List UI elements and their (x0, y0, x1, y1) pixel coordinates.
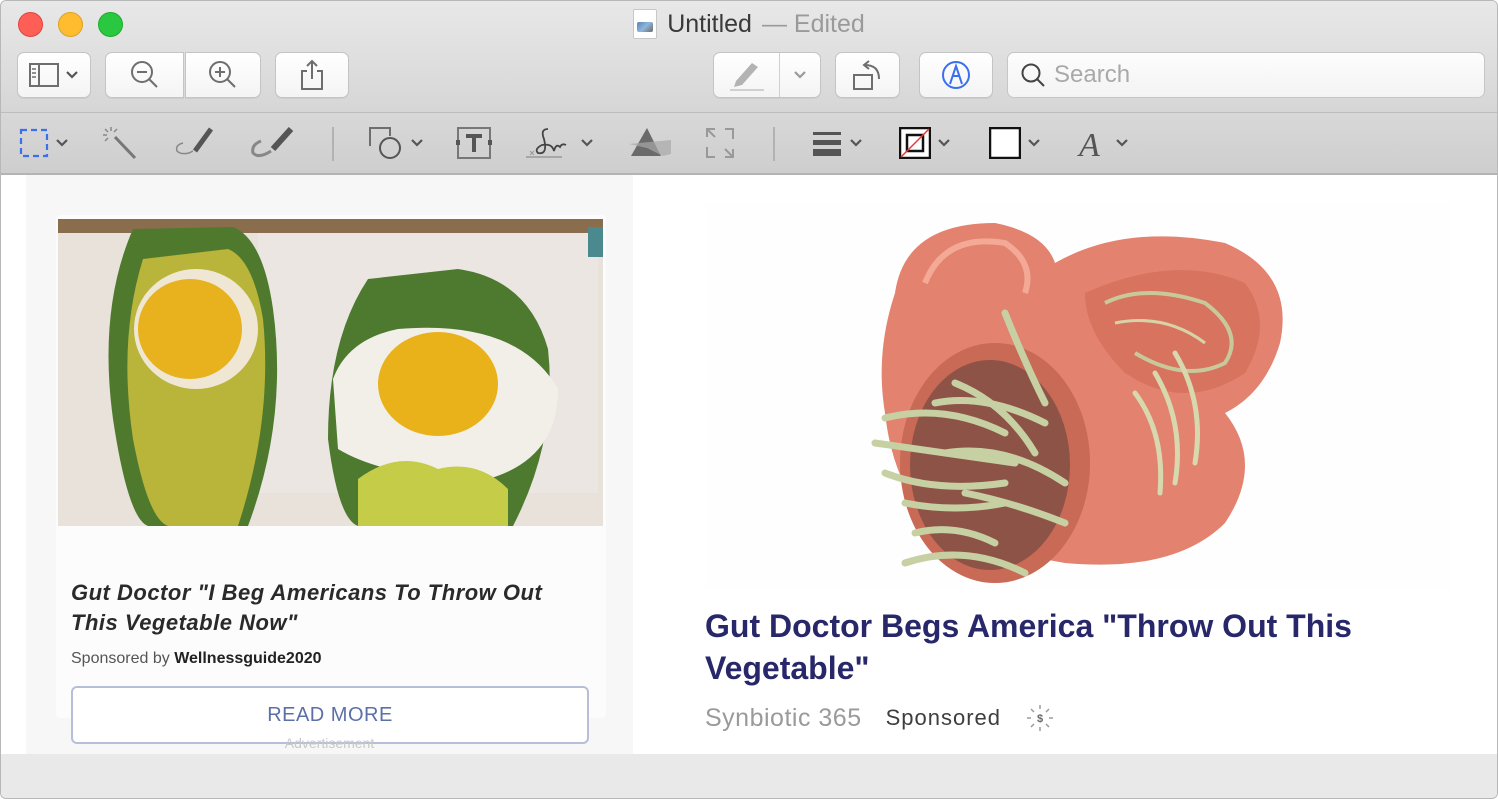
shapes-icon (369, 127, 401, 159)
markup-toolbar: A (1, 113, 1497, 175)
text-style-tool[interactable]: A (1077, 121, 1129, 165)
highlight-button[interactable] (714, 53, 780, 97)
fill-color-icon (989, 127, 1021, 159)
zoom-in-button[interactable] (185, 52, 261, 98)
search-icon (1021, 63, 1045, 87)
sidebar-button[interactable] (17, 52, 91, 98)
sponsor-name: Wellnessguide2020 (174, 650, 322, 667)
chevron-down-icon (1116, 139, 1128, 147)
draw-icon (251, 126, 294, 158)
sponsored-by-label: Sponsored by (71, 650, 170, 667)
text-box-icon (456, 127, 492, 159)
sketch-icon (175, 127, 214, 155)
chevron-down-icon (794, 71, 806, 79)
line-weight-icon (813, 132, 841, 156)
shape-style-tool[interactable] (813, 121, 863, 165)
avocado-eggs-image[interactable] (58, 219, 603, 526)
sign-tool[interactable] (526, 121, 594, 165)
rectangular-selection-icon (19, 128, 49, 158)
intestine-illustration-image[interactable] (705, 203, 1451, 589)
toolbar-divider (332, 127, 334, 161)
shapes-tool[interactable] (368, 121, 424, 165)
title-text: Untitled (667, 9, 752, 38)
title-bar: Untitled — Edited (1, 1, 1497, 113)
highlighter-icon (729, 63, 764, 91)
window-title: Untitled — Edited (1, 9, 1497, 39)
chevron-down-icon (66, 71, 78, 79)
zoom-out-icon (130, 61, 158, 88)
search-input[interactable] (1054, 61, 1474, 89)
share-icon (301, 59, 323, 90)
ad-card[interactable]: Gut Doctor "I Beg Americans To Throw Out… (56, 215, 606, 744)
text-tool[interactable] (456, 121, 492, 165)
ad-panel-left: Gut Doctor "I Beg Americans To Throw Out… (26, 175, 633, 754)
adjust-size-tool[interactable] (705, 121, 735, 165)
ad-sponsor-line: Sponsored by Wellnessguide2020 (71, 650, 322, 668)
rotate-left-icon (852, 60, 880, 90)
zoom-in-icon (209, 61, 236, 88)
document-icon (633, 9, 658, 39)
magic-wand-icon (103, 127, 137, 160)
adjust-color-icon (629, 128, 671, 156)
sponsored-label: Sponsored (885, 705, 1002, 730)
ad-headline[interactable]: Gut Doctor Begs America "Throw Out This … (705, 605, 1425, 689)
adjust-size-icon (706, 128, 734, 158)
text-style-icon: A (1077, 127, 1100, 160)
share-button[interactable] (275, 52, 349, 98)
chevron-down-icon (938, 139, 950, 147)
zoom-out-button[interactable] (105, 52, 184, 98)
highlight-menu-button[interactable] (780, 53, 820, 97)
chevron-down-icon (411, 139, 423, 147)
search-field[interactable] (1007, 52, 1485, 98)
preview-window: Untitled — Edited Search A Gut Doctor "I… (0, 0, 1498, 799)
markup-pen-icon (942, 61, 970, 89)
ad-headline[interactable]: Gut Doctor "I Beg Americans To Throw Out… (71, 578, 571, 638)
markup-button[interactable] (919, 52, 993, 98)
advertisement-label: Advertisement (284, 735, 375, 751)
ad-meta: Synbiotic 365 Sponsored $ (705, 703, 1055, 733)
chevron-down-icon (850, 139, 862, 147)
sponsored-info-icon[interactable]: $ (1025, 703, 1055, 733)
window-footer (1, 754, 1497, 798)
border-color-tool[interactable] (899, 121, 951, 165)
svg-text:$: $ (1037, 713, 1043, 725)
selection-tool[interactable] (19, 121, 69, 165)
svg-text:A: A (1077, 127, 1100, 160)
chevron-down-icon (1028, 139, 1040, 147)
fill-color-tool[interactable] (989, 121, 1041, 165)
signature-icon (526, 128, 567, 158)
draw-tool[interactable] (249, 121, 295, 165)
toolbar-divider (773, 127, 775, 161)
instant-alpha-tool[interactable] (101, 121, 139, 165)
advertiser-name[interactable]: Synbiotic 365 (705, 704, 862, 733)
chevron-down-icon (581, 139, 593, 147)
highlight-button-group (713, 52, 821, 98)
document-canvas: Gut Doctor "I Beg Americans To Throw Out… (1, 175, 1497, 754)
border-color-icon (899, 127, 931, 159)
adjust-color-tool[interactable] (627, 121, 673, 165)
chevron-down-icon (56, 139, 68, 147)
edited-status: — Edited (761, 9, 865, 38)
sidebar-icon (29, 63, 59, 87)
sketch-tool[interactable] (173, 121, 217, 165)
rotate-button[interactable] (835, 52, 900, 98)
